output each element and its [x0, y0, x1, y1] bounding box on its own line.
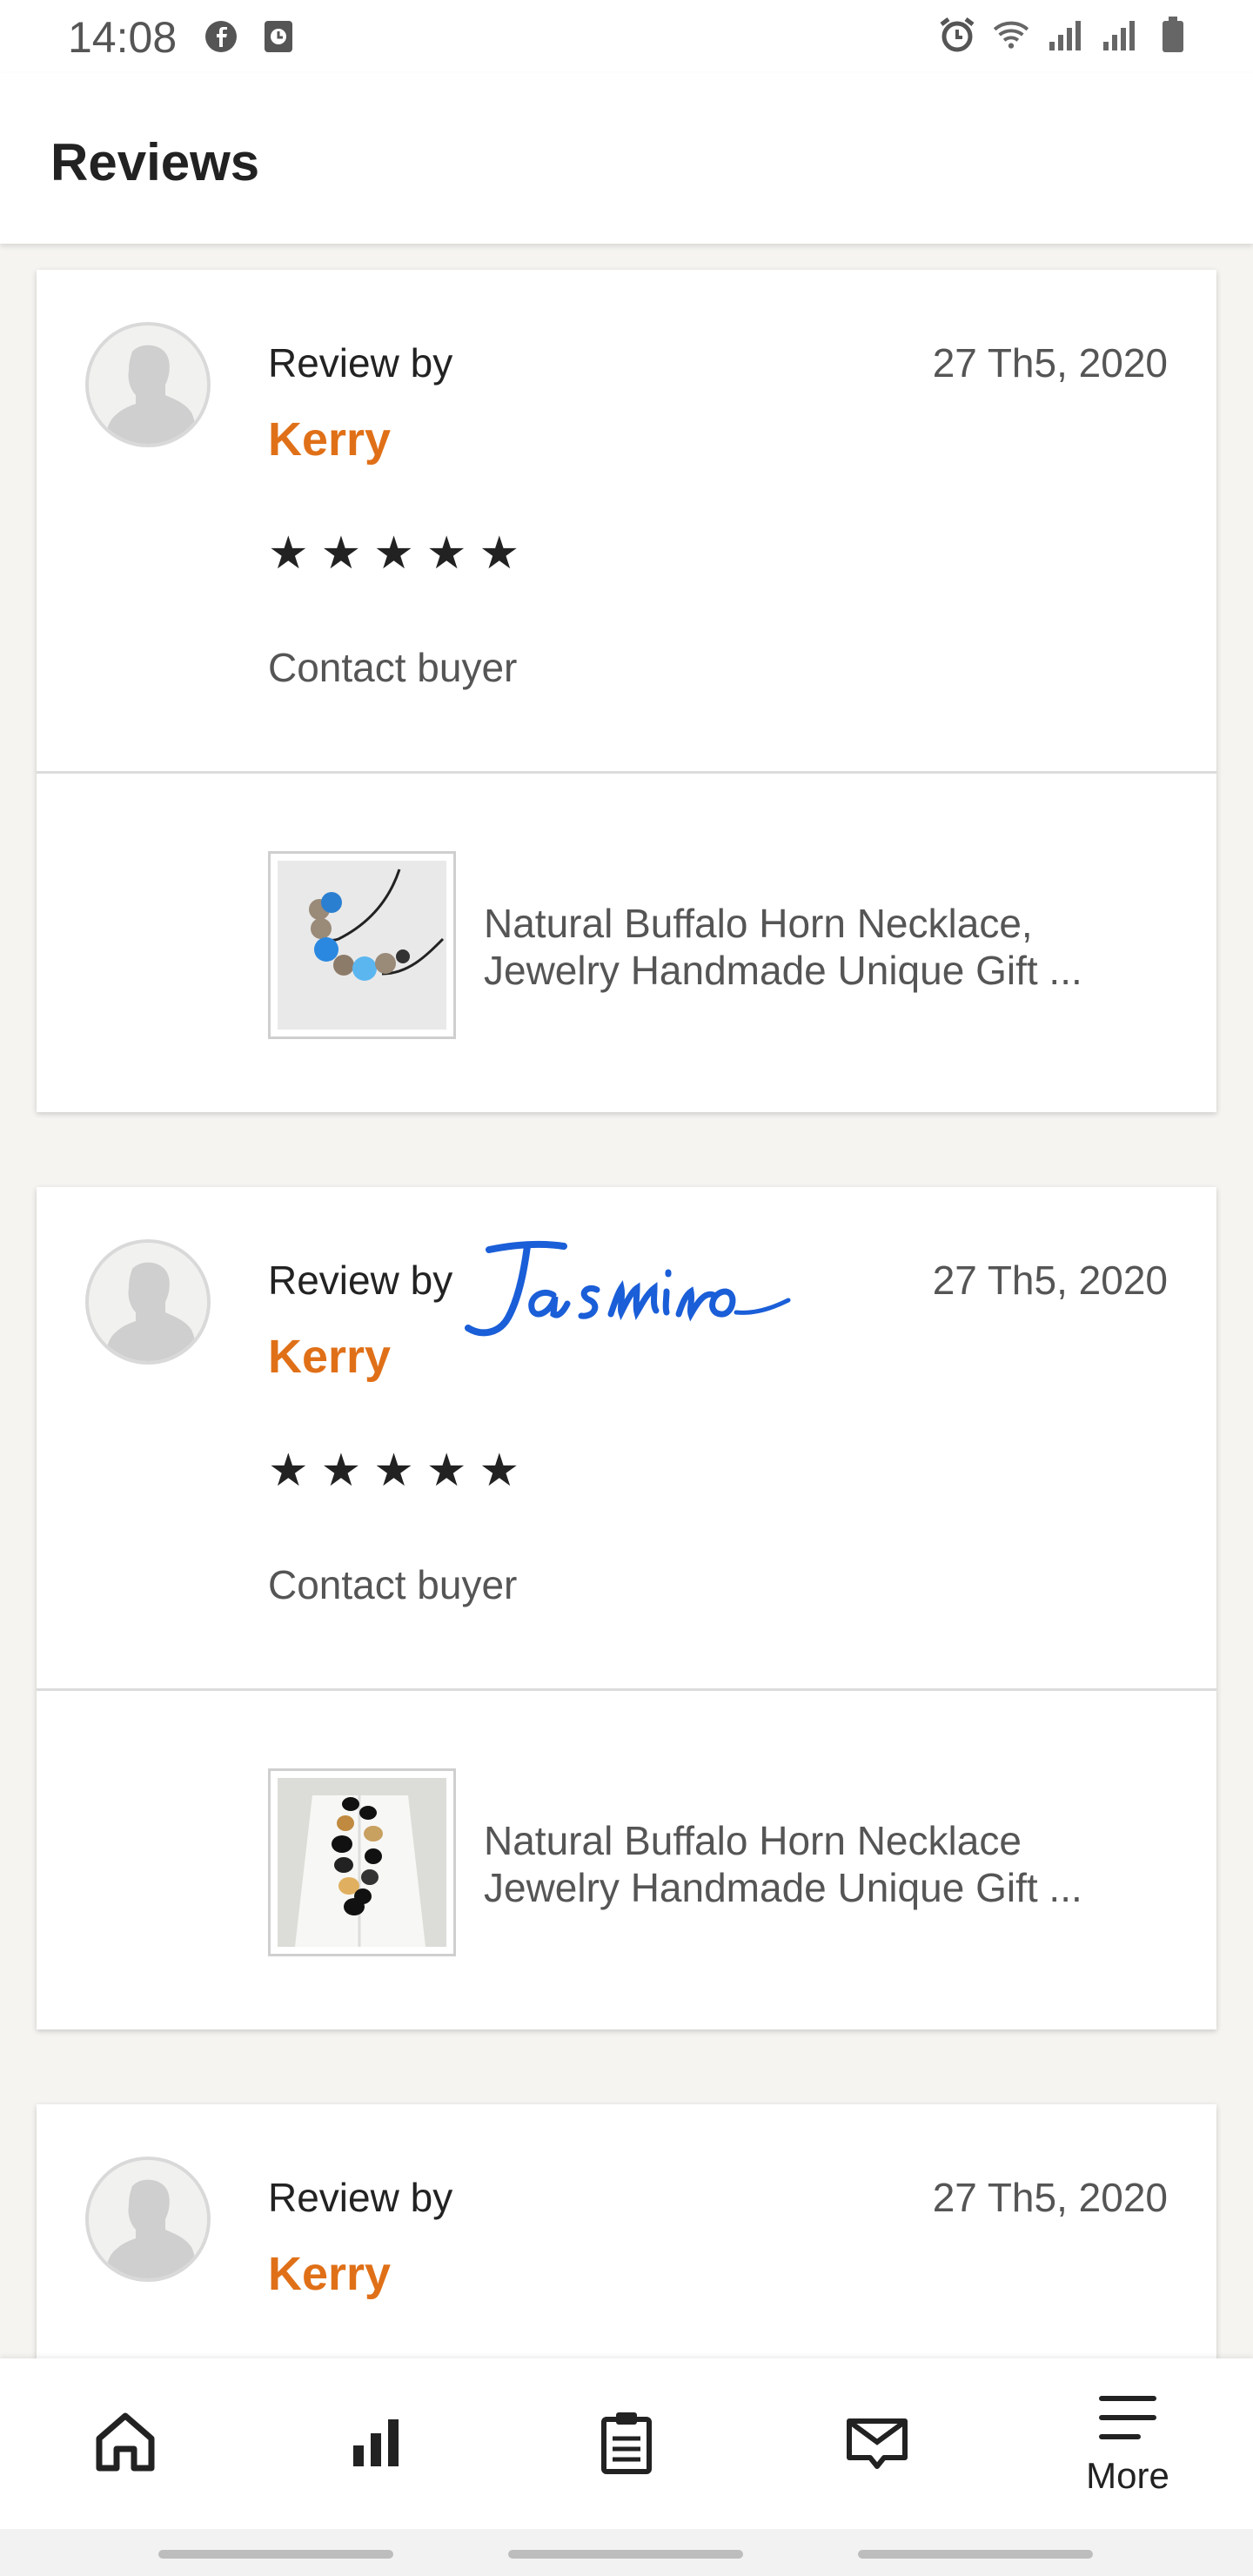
contact-buyer-link[interactable]: Contact buyer	[268, 1561, 517, 1608]
stats-icon	[341, 2407, 411, 2481]
signal-icon-2	[1100, 16, 1138, 54]
contact-buyer-link[interactable]: Contact buyer	[268, 644, 517, 691]
review-card: Review by Kerry 27 Th5, 2020 ★★★★★ Conta…	[37, 270, 1216, 1112]
facebook-icon	[202, 17, 240, 56]
avatar	[85, 322, 211, 447]
battery-icon	[1154, 16, 1192, 54]
reviewer-name[interactable]: Kerry	[268, 1330, 391, 1384]
nav-more-label: More	[1086, 2454, 1169, 2496]
product-title[interactable]: Natural Buffalo Horn Necklace, Jewelry H…	[484, 900, 1180, 994]
product-title-line1: Natural Buffalo Horn Necklace,	[484, 901, 1033, 946]
product-title[interactable]: Natural Buffalo Horn Necklace Jewelry Ha…	[484, 1817, 1180, 1911]
product-thumbnail[interactable]	[268, 1768, 456, 1956]
status-bar: 14:08	[0, 0, 1253, 73]
nav-orders[interactable]	[539, 2358, 714, 2529]
gesture-pill-left[interactable]	[158, 2550, 393, 2559]
signal-icon	[1046, 16, 1084, 54]
app-header: Reviews	[0, 73, 1253, 244]
status-right-icons	[938, 16, 1192, 54]
star-rating: ★★★★★	[268, 531, 532, 576]
avatar	[85, 1239, 211, 1365]
home-icon	[90, 2407, 160, 2481]
stars-text: ★★★★★	[268, 528, 533, 579]
status-time: 14:08	[68, 13, 178, 62]
review-by-label: Review by	[268, 2175, 453, 2220]
review-by-label: Review by	[268, 1258, 453, 1303]
bottom-navigation: More	[0, 2358, 1253, 2529]
nav-more[interactable]: More	[1041, 2358, 1215, 2529]
product-thumbnail[interactable]	[268, 851, 456, 1039]
product-image	[278, 1778, 446, 1947]
product-title-line1: Natural Buffalo Horn Necklace	[484, 1818, 1022, 1863]
stars-text: ★★★★★	[268, 1446, 533, 1496]
messages-icon	[842, 2407, 912, 2481]
review-date: 27 Th5, 2020	[932, 2175, 1168, 2220]
review-date: 27 Th5, 2020	[932, 340, 1168, 386]
nav-stats[interactable]	[289, 2358, 463, 2529]
avatar	[85, 2157, 211, 2282]
card-divider	[37, 1688, 1216, 1691]
clock-app-icon	[259, 17, 298, 56]
product-image	[278, 861, 446, 1030]
nav-home[interactable]	[38, 2358, 212, 2529]
card-divider	[37, 771, 1216, 774]
orders-icon	[592, 2407, 661, 2481]
alarm-icon	[938, 16, 976, 54]
review-date: 27 Th5, 2020	[932, 1258, 1168, 1303]
nav-messages[interactable]	[790, 2358, 964, 2529]
gesture-pill-right[interactable]	[858, 2550, 1093, 2559]
page-title: Reviews	[50, 133, 260, 191]
review-card: Review by Kerry 27 Th5, 2020	[37, 2104, 1216, 2383]
handwritten-signature	[449, 1234, 814, 1347]
product-title-line2: Jewelry Handmade Unique Gift ...	[484, 948, 1082, 993]
review-by-label: Review by	[268, 340, 453, 386]
system-gesture-bar	[0, 2529, 1253, 2576]
status-left-icons	[202, 17, 298, 56]
product-title-line2: Jewelry Handmade Unique Gift ...	[484, 1865, 1082, 1910]
menu-icon	[1096, 2392, 1159, 2448]
gesture-pill-center[interactable]	[508, 2550, 743, 2559]
reviewer-name[interactable]: Kerry	[268, 413, 391, 466]
reviewer-name[interactable]: Kerry	[268, 2247, 391, 2301]
wifi-icon	[992, 16, 1030, 54]
star-rating: ★★★★★	[268, 1448, 532, 1493]
